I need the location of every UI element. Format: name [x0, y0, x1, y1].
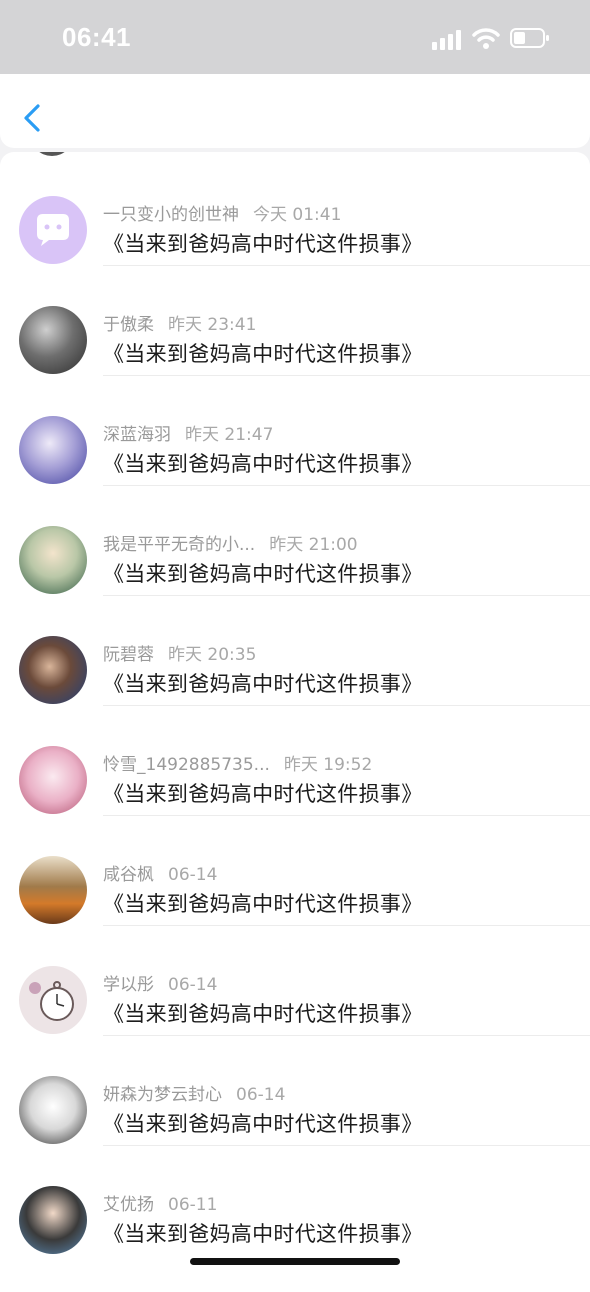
message-text: 《当来到爸妈高中时代这件损事》 — [103, 672, 423, 696]
timestamp: 昨天 21:47 — [185, 425, 274, 445]
timestamp: 今天 01:41 — [253, 205, 342, 225]
sender-line: 怜雪_1492885735... 昨天 19:52 — [103, 750, 372, 775]
battery-icon — [510, 28, 549, 48]
sender-line: 我是平平无奇的小... 昨天 21:00 — [103, 530, 358, 555]
sender-name: 艾优扬 — [103, 1195, 154, 1215]
avatar[interactable] — [19, 196, 87, 264]
list-item[interactable]: 我是平平无奇的小... 昨天 21:00 《当来到爸妈高中时代这件损事》 — [0, 482, 590, 596]
message-text: 《当来到爸妈高中时代这件损事》 — [103, 1222, 423, 1246]
list-item[interactable]: 阮碧蓉 昨天 20:35 《当来到爸妈高中时代这件损事》 — [0, 592, 590, 706]
message-text: 《当来到爸妈高中时代这件损事》 — [103, 342, 423, 366]
list-item[interactable]: 怜雪_1492885735... 昨天 19:52 《当来到爸妈高中时代这件损事》 — [0, 702, 590, 816]
avatar[interactable] — [19, 856, 87, 924]
timestamp: 昨天 20:35 — [168, 645, 257, 665]
list-item[interactable]: 于傲柔 昨天 23:41 《当来到爸妈高中时代这件损事》 — [0, 262, 590, 376]
avatar[interactable] — [19, 636, 87, 704]
timestamp: 06-14 — [168, 975, 218, 995]
timestamp: 昨天 19:52 — [283, 755, 373, 775]
avatar[interactable] — [19, 526, 87, 594]
message-text: 《当来到爸妈高中时代这件损事》 — [103, 562, 423, 586]
avatar[interactable] — [19, 966, 87, 1034]
home-indicator[interactable] — [190, 1258, 400, 1265]
message-text: 《当来到爸妈高中时代这件损事》 — [103, 1002, 423, 1026]
sender-name: 学以彤 — [103, 975, 154, 995]
sender-line: 妍森为梦云封心 06-14 — [103, 1080, 285, 1105]
list-item[interactable]: 艾优扬 06-11 《当来到爸妈高中时代这件损事》 — [0, 1142, 590, 1254]
list-item[interactable]: 妍森为梦云封心 06-14 《当来到爸妈高中时代这件损事》 — [0, 1032, 590, 1146]
sender-line: 艾优扬 06-11 — [103, 1190, 217, 1215]
sender-line: 深蓝海羽 昨天 21:47 — [103, 420, 273, 445]
sender-name: 咸谷枫 — [103, 865, 154, 885]
chevron-left-icon[interactable] — [18, 98, 48, 138]
avatar[interactable] — [19, 1186, 87, 1254]
list-item[interactable]: 学以彤 06-14 《当来到爸妈高中时代这件损事》 — [0, 922, 590, 1036]
timestamp: 昨天 21:00 — [269, 535, 358, 555]
message-text: 《当来到爸妈高中时代这件损事》 — [103, 782, 423, 806]
avatar[interactable] — [19, 746, 87, 814]
timestamp: 06-14 — [168, 865, 218, 885]
avatar[interactable] — [19, 416, 87, 484]
message-text: 《当来到爸妈高中时代这件损事》 — [103, 1112, 423, 1136]
sender-line: 阮碧蓉 昨天 20:35 — [103, 640, 256, 665]
wifi-icon — [472, 28, 500, 49]
avatar[interactable] — [19, 1076, 87, 1144]
message-text: 《当来到爸妈高中时代这件损事》 — [103, 452, 423, 476]
list-item[interactable]: 深蓝海羽 昨天 21:47 《当来到爸妈高中时代这件损事》 — [0, 372, 590, 486]
status-bar: 06:41 — [0, 0, 590, 74]
timestamp: 06-14 — [236, 1085, 286, 1105]
sender-line: 学以彤 06-14 — [103, 970, 217, 995]
list-item[interactable]: 一只变小的创世神 今天 01:41 《当来到爸妈高中时代这件损事》 — [0, 152, 590, 266]
sender-line: 咸谷枫 06-14 — [103, 860, 217, 885]
sender-name: 一只变小的创世神 — [103, 205, 239, 225]
message-list: 一只变小的创世神 今天 01:41 《当来到爸妈高中时代这件损事》 于傲柔 昨天 2… — [0, 152, 590, 1292]
status-time: 06:41 — [62, 22, 131, 52]
cellular-signal-icon — [432, 30, 461, 50]
sender-line: 于傲柔 昨天 23:41 — [103, 310, 256, 335]
list-item[interactable]: 咸谷枫 06-14 《当来到爸妈高中时代这件损事》 — [0, 812, 590, 926]
avatar[interactable] — [19, 306, 87, 374]
sender-name: 我是平平无奇的小... — [103, 535, 256, 555]
sender-name: 妍森为梦云封心 — [103, 1085, 222, 1105]
sender-name: 于傲柔 — [103, 315, 154, 335]
message-text: 《当来到爸妈高中时代这件损事》 — [103, 232, 423, 256]
message-text: 《当来到爸妈高中时代这件损事》 — [103, 892, 423, 916]
sender-name: 深蓝海羽 — [103, 425, 171, 445]
sender-name: 怜雪_1492885735... — [103, 755, 270, 775]
navigation-bar — [0, 74, 590, 148]
sender-line: 一只变小的创世神 今天 01:41 — [103, 200, 341, 225]
sender-name: 阮碧蓉 — [103, 645, 154, 665]
timestamp: 06-11 — [168, 1195, 218, 1215]
timestamp: 昨天 23:41 — [168, 315, 257, 335]
